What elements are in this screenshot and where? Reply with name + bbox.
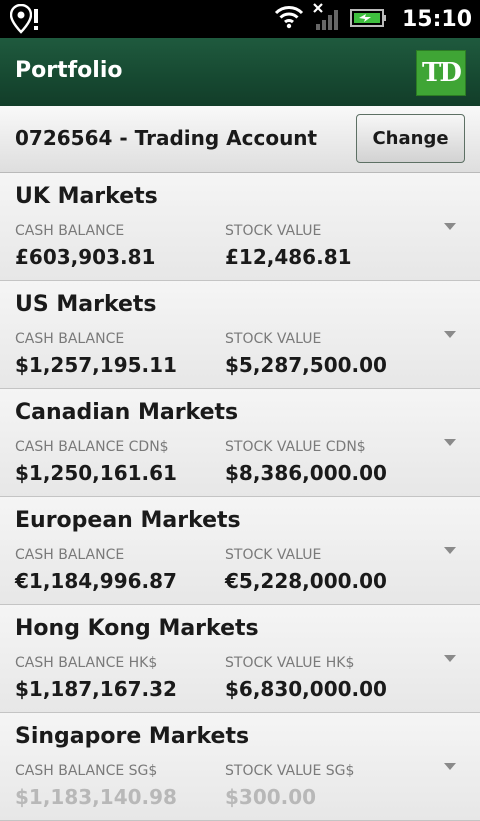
page-title: Portfolio — [15, 58, 123, 83]
expand-arrow-icon[interactable] — [444, 439, 456, 446]
stock-value-value: £12,486.81 — [225, 245, 352, 269]
logo-text: TD — [422, 58, 462, 88]
stock-value-value: $300.00 — [225, 785, 317, 809]
app-header: Portfolio TD — [0, 38, 480, 107]
cash-balance-value: €1,184,996.87 — [15, 569, 177, 593]
cash-balance-value: $1,183,140.98 — [15, 785, 177, 809]
stock-value-value: €5,228,000.00 — [225, 569, 387, 593]
change-account-button[interactable]: Change — [356, 114, 465, 163]
cash-balance-label: CASH BALANCE — [15, 331, 125, 347]
cash-balance-value: $1,250,161.61 — [15, 461, 177, 485]
notification-alert-icon — [32, 7, 40, 35]
cash-balance-label: CASH BALANCE — [15, 547, 125, 563]
stock-value-value: $8,386,000.00 — [225, 461, 387, 485]
stock-value-label: STOCK VALUE — [225, 223, 322, 239]
cash-balance-value: $1,187,167.32 — [15, 677, 177, 701]
cash-balance-label: CASH BALANCE HK$ — [15, 655, 158, 671]
location-pin-icon — [9, 3, 33, 38]
cash-balance-value: £603,903.81 — [15, 245, 156, 269]
change-button-label: Change — [372, 128, 449, 149]
market-name: Hong Kong Markets — [15, 616, 259, 641]
market-row-uk[interactable]: UK Markets CASH BALANCE STOCK VALUE £603… — [0, 173, 480, 281]
status-bar: 15:10 — [0, 0, 480, 38]
stock-value-value: $5,287,500.00 — [225, 353, 387, 377]
market-name: UK Markets — [15, 184, 158, 209]
stock-value-label: STOCK VALUE CDN$ — [225, 439, 366, 455]
stock-value-label: STOCK VALUE — [225, 547, 322, 563]
market-name: European Markets — [15, 508, 241, 533]
market-row-singapore[interactable]: Singapore Markets CASH BALANCE SG$ STOCK… — [0, 713, 480, 821]
status-time: 15:10 — [401, 6, 472, 32]
market-row-us[interactable]: US Markets CASH BALANCE STOCK VALUE $1,2… — [0, 281, 480, 389]
status-bar-left — [9, 3, 40, 38]
battery-charging-icon — [349, 6, 388, 32]
market-name: Canadian Markets — [15, 400, 239, 425]
stock-value-label: STOCK VALUE — [225, 331, 322, 347]
wifi-icon — [274, 5, 304, 33]
expand-arrow-icon[interactable] — [444, 763, 456, 770]
cash-balance-label: CASH BALANCE — [15, 223, 125, 239]
market-row-canadian[interactable]: Canadian Markets CASH BALANCE CDN$ STOCK… — [0, 389, 480, 497]
market-name: US Markets — [15, 292, 157, 317]
expand-arrow-icon[interactable] — [444, 331, 456, 338]
status-bar-right: 15:10 — [274, 0, 472, 38]
expand-arrow-icon[interactable] — [444, 655, 456, 662]
stock-value-label: STOCK VALUE SG$ — [225, 763, 355, 779]
market-name: Singapore Markets — [15, 724, 250, 749]
market-row-hong-kong[interactable]: Hong Kong Markets CASH BALANCE HK$ STOCK… — [0, 605, 480, 713]
cash-balance-label: CASH BALANCE SG$ — [15, 763, 158, 779]
market-row-european[interactable]: European Markets CASH BALANCE STOCK VALU… — [0, 497, 480, 605]
stock-value-value: $6,830,000.00 — [225, 677, 387, 701]
account-selector-bar: 0726564 - Trading Account Change — [0, 106, 480, 173]
cash-balance-label: CASH BALANCE CDN$ — [15, 439, 169, 455]
cash-balance-value: $1,257,195.11 — [15, 353, 177, 377]
account-title: 0726564 - Trading Account — [15, 126, 318, 150]
signal-icon — [312, 2, 342, 36]
expand-arrow-icon[interactable] — [444, 547, 456, 554]
expand-arrow-icon[interactable] — [444, 223, 456, 230]
td-logo: TD — [416, 50, 466, 96]
stock-value-label: STOCK VALUE HK$ — [225, 655, 355, 671]
markets-list: UK Markets CASH BALANCE STOCK VALUE £603… — [0, 173, 480, 821]
